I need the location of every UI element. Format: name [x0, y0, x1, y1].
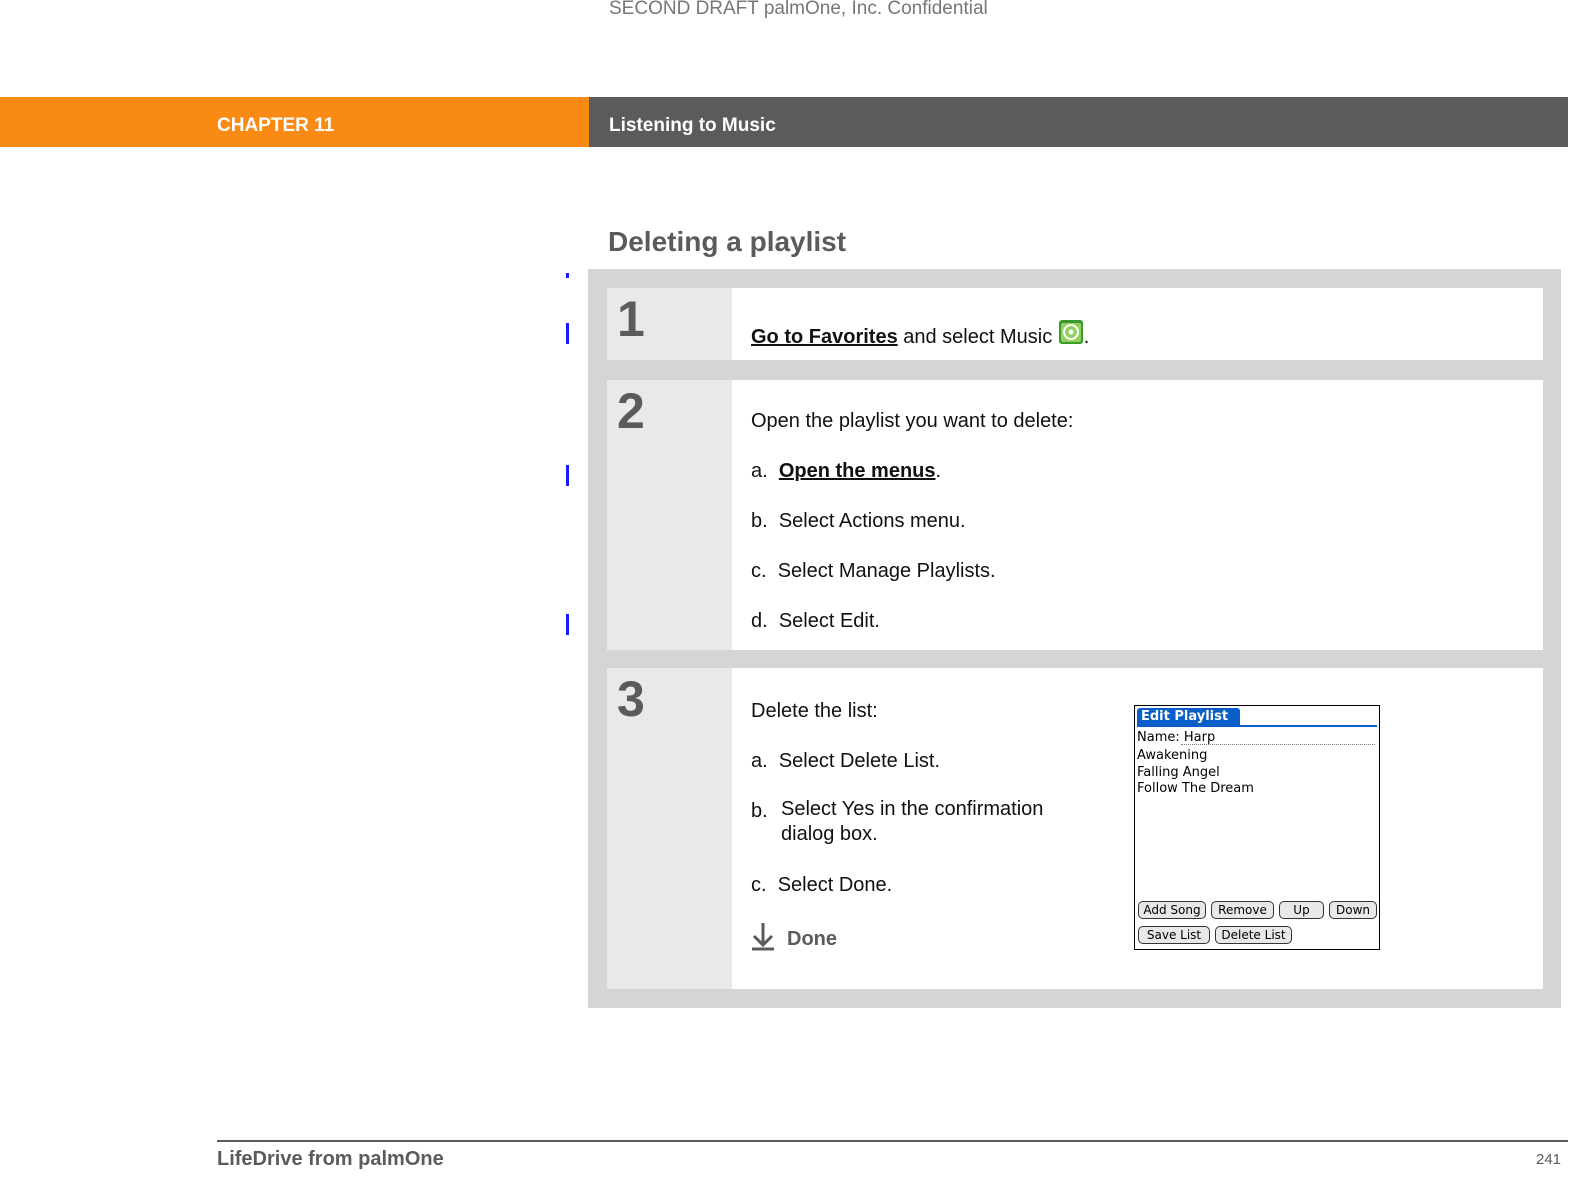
- item-text: Select Edit.: [778, 610, 880, 632]
- item-letter: d.: [751, 610, 768, 632]
- item-text: Select Delete List.: [778, 750, 941, 772]
- step-1: Go to Favorites and select Music .: [732, 288, 1543, 360]
- screen-title: Edit Playlist: [1137, 708, 1240, 726]
- step-intro: Delete the list:: [751, 700, 878, 722]
- done-arrow-icon: [752, 923, 774, 951]
- item-letter: c.: [751, 874, 767, 896]
- change-bar: [566, 465, 569, 486]
- go-to-favorites-link[interactable]: Go to Favorites: [751, 326, 898, 348]
- item-letter: c.: [751, 560, 767, 582]
- step-2: Open the playlist you want to delete: a.…: [732, 380, 1543, 650]
- item-letter: a.: [751, 750, 768, 772]
- footer-rule: [217, 1140, 1568, 1142]
- change-bar: [566, 614, 569, 635]
- step-number: 2: [607, 380, 732, 650]
- open-menus-link[interactable]: Open the menus: [779, 460, 936, 482]
- item-text: Select Actions menu.: [778, 510, 966, 532]
- watermark: SECOND DRAFT palmOne, Inc. Confidential: [609, 0, 988, 19]
- footer-book-title: LifeDrive from palmOne: [217, 1148, 444, 1170]
- song-item[interactable]: Follow The Dream: [1137, 781, 1254, 798]
- item-text: Select Done.: [777, 874, 893, 896]
- save-list-button[interactable]: Save List: [1138, 926, 1210, 944]
- change-bar: [566, 273, 569, 278]
- name-label: Name:: [1137, 730, 1180, 745]
- up-button[interactable]: Up: [1279, 901, 1324, 919]
- item-letter: b.: [751, 800, 768, 822]
- song-item[interactable]: Awakening: [1137, 748, 1254, 765]
- add-song-button[interactable]: Add Song: [1138, 901, 1206, 919]
- item-text: Select Yes in the confirmation dialog bo…: [781, 798, 1044, 845]
- chapter-label: CHAPTER 11: [217, 115, 335, 136]
- change-bar: [566, 323, 569, 344]
- delete-list-button[interactable]: Delete List: [1215, 926, 1292, 944]
- done-label: Done: [787, 928, 837, 950]
- step-intro: Open the playlist you want to delete:: [751, 410, 1074, 432]
- step-number: 3: [607, 668, 732, 989]
- chapter-title: Listening to Music: [609, 115, 776, 136]
- period: .: [935, 460, 942, 482]
- song-item[interactable]: Falling Angel: [1137, 765, 1254, 782]
- name-field[interactable]: Harp: [1184, 730, 1215, 745]
- period: .: [1083, 326, 1090, 348]
- step-text: and select Music: [897, 326, 1058, 348]
- down-button[interactable]: Down: [1329, 901, 1377, 919]
- item-letter: b.: [751, 510, 768, 532]
- item-text: Select Manage Playlists.: [777, 560, 996, 582]
- step-number: 1: [607, 288, 732, 360]
- music-app-icon: [1058, 320, 1083, 344]
- section-title: Deleting a playlist: [608, 226, 847, 257]
- edit-playlist-screenshot: Edit Playlist Name: Harp Awakening Falli…: [1134, 705, 1380, 950]
- page-number: 241: [1536, 1151, 1562, 1168]
- remove-button[interactable]: Remove: [1211, 901, 1274, 919]
- item-letter: a.: [751, 460, 768, 482]
